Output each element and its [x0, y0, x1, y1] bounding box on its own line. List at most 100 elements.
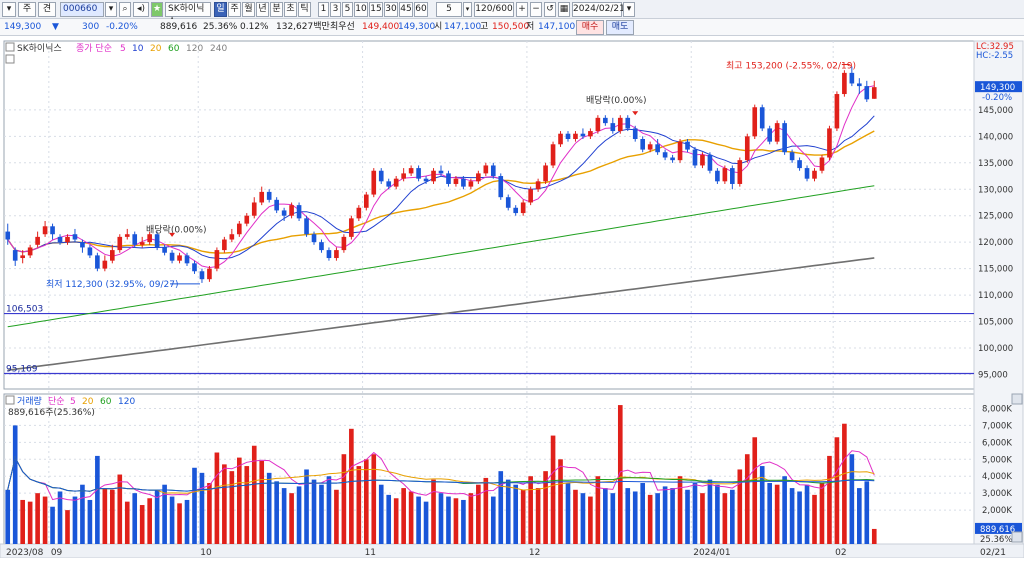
volume-bar[interactable]: [207, 483, 212, 544]
volume-bar[interactable]: [595, 476, 601, 544]
volume-bar[interactable]: [812, 494, 817, 544]
volume-bar[interactable]: [730, 489, 735, 544]
volume-bar[interactable]: [647, 494, 653, 544]
volume-bar[interactable]: [229, 471, 235, 544]
volume-bar[interactable]: [87, 499, 93, 544]
candle-body[interactable]: [349, 218, 354, 237]
candle-body[interactable]: [386, 181, 392, 187]
minute-button-0[interactable]: 1: [318, 2, 329, 17]
volume-bar[interactable]: [468, 493, 474, 544]
candle-body[interactable]: [72, 234, 78, 240]
volume-bar[interactable]: [341, 454, 347, 544]
candle-body[interactable]: [184, 255, 190, 264]
volume-bar[interactable]: [169, 496, 175, 544]
candle-body[interactable]: [871, 87, 877, 99]
candle-body[interactable]: [95, 255, 100, 269]
candle-body[interactable]: [132, 234, 138, 245]
volume-bar[interactable]: [849, 454, 855, 544]
candle-body[interactable]: [453, 178, 459, 184]
period-type-button[interactable]: 주: [18, 2, 36, 17]
volume-bar[interactable]: [752, 437, 758, 544]
volume-bar[interactable]: [550, 435, 556, 544]
volume-bar[interactable]: [520, 489, 526, 544]
stock-chart[interactable]: 145,000 140,000 135,000 130,000 125,000 120,0…: [0, 37, 1024, 559]
volume-bar[interactable]: [715, 484, 720, 544]
candle-body[interactable]: [737, 160, 743, 184]
minute-button-1[interactable]: 3: [330, 2, 341, 17]
volume-bar[interactable]: [378, 484, 384, 544]
volume-bar[interactable]: [722, 493, 728, 544]
count-dropdown-icon[interactable]: ▾: [463, 2, 472, 17]
candle-body[interactable]: [214, 250, 220, 269]
candle-body[interactable]: [490, 165, 496, 177]
volume-bar[interactable]: [80, 484, 85, 544]
volume-bar[interactable]: [632, 491, 638, 544]
volume-bar[interactable]: [774, 484, 780, 544]
volume-bar[interactable]: [20, 499, 25, 544]
volume-bar[interactable]: [767, 483, 772, 544]
candle-body[interactable]: [812, 170, 817, 179]
candle-body[interactable]: [505, 197, 511, 208]
volume-bar[interactable]: [50, 506, 55, 544]
volume-bar[interactable]: [677, 476, 683, 544]
date-field[interactable]: 2024/02/21: [572, 2, 625, 17]
period-tab-3[interactable]: 년: [256, 2, 269, 17]
candle-body[interactable]: [438, 170, 444, 174]
volume-bar[interactable]: [326, 476, 332, 544]
candle-body[interactable]: [5, 231, 11, 240]
volume-bar[interactable]: [192, 467, 197, 544]
volume-bar[interactable]: [132, 493, 138, 544]
candle-body[interactable]: [42, 226, 48, 235]
volume-bar[interactable]: [408, 491, 414, 544]
volume-bar[interactable]: [827, 455, 832, 544]
volume-bar[interactable]: [707, 479, 713, 544]
volume-bar[interactable]: [72, 496, 78, 544]
candle-body[interactable]: [334, 250, 339, 259]
candle-body[interactable]: [774, 123, 780, 142]
candle-body[interactable]: [27, 247, 33, 256]
volume-bar[interactable]: [311, 479, 317, 544]
volume-bar[interactable]: [700, 493, 705, 544]
scroll-up-button[interactable]: [1011, 393, 1023, 405]
candle-body[interactable]: [20, 255, 25, 259]
candle-body[interactable]: [102, 260, 108, 269]
volume-bar[interactable]: [603, 488, 608, 544]
volume-bar[interactable]: [834, 437, 840, 544]
candle-body[interactable]: [393, 178, 399, 187]
volume-bar[interactable]: [588, 496, 593, 544]
candle-body[interactable]: [304, 218, 309, 235]
volume-bar[interactable]: [513, 484, 519, 544]
volume-bar[interactable]: [65, 510, 70, 544]
volume-bar[interactable]: [505, 479, 511, 544]
volume-bar[interactable]: [5, 489, 11, 544]
compare-button[interactable]: 견: [38, 2, 56, 17]
candle-body[interactable]: [274, 199, 279, 211]
volume-bar[interactable]: [685, 489, 690, 544]
candle-body[interactable]: [401, 173, 406, 179]
sound-icon[interactable]: ◂): [133, 2, 149, 17]
candle-body[interactable]: [722, 168, 728, 182]
volume-bar[interactable]: [222, 464, 227, 544]
minute-button-2[interactable]: 5: [342, 2, 353, 17]
candle-body[interactable]: [603, 117, 608, 124]
minute-button-7[interactable]: 60: [414, 2, 428, 17]
candle-body[interactable]: [65, 236, 70, 243]
period-tab-0[interactable]: 일: [214, 2, 227, 17]
candle-body[interactable]: [177, 255, 182, 261]
volume-bar[interactable]: [124, 501, 130, 544]
candle-body[interactable]: [685, 141, 690, 150]
volume-bar[interactable]: [12, 425, 18, 544]
candle-body[interactable]: [326, 250, 332, 259]
volume-bar[interactable]: [214, 452, 220, 544]
volume-bar[interactable]: [535, 488, 541, 544]
volume-bar[interactable]: [35, 493, 40, 544]
candle-body[interactable]: [139, 242, 145, 245]
volume-bar[interactable]: [573, 489, 578, 544]
candle-body[interactable]: [804, 168, 810, 179]
search-icon[interactable]: ⌕: [119, 2, 131, 17]
volume-bar[interactable]: [244, 466, 250, 544]
candle-body[interactable]: [535, 181, 541, 190]
volume-bar[interactable]: [842, 423, 847, 544]
calendar-icon[interactable]: ▦: [558, 2, 570, 17]
volume-bar[interactable]: [289, 493, 294, 544]
